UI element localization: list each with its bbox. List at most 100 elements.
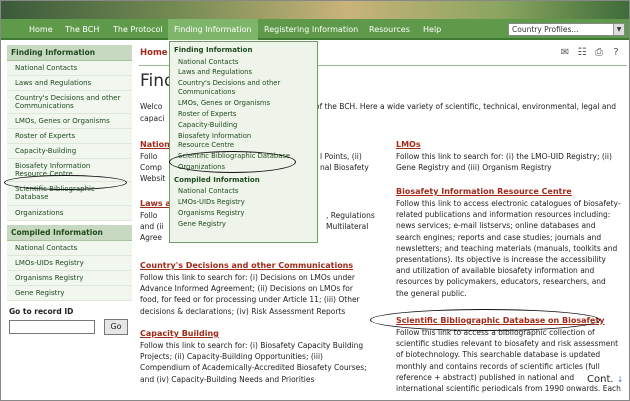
dropdown-item-organisms-registry[interactable]: Organisms Registry [170, 209, 317, 220]
dropdown-item-country-decisions-cont[interactable]: Communications [170, 88, 317, 98]
dropdown-item-capacity[interactable]: Capacity-Building [170, 120, 317, 131]
section-title-capacity-building[interactable]: Capacity Building [140, 329, 219, 338]
arrow-down-icon: ↓ [616, 375, 624, 384]
text-line: the general public. [396, 288, 467, 298]
text-line: presentations). Its objective is increas… [396, 255, 606, 265]
section-text-laws-end: , Regulations Multilateral [326, 210, 375, 232]
text-line: and (iv) Capacity-Building Needs and Pri… [140, 374, 315, 384]
text-line: of biotechnology. This searchable databa… [396, 350, 601, 360]
sidebar-item-lmo-uids-registry[interactable]: LMOs-UIDs Registry [7, 255, 132, 271]
text-line: Gene Registry and (iii) Organism Registr… [396, 163, 552, 173]
text-line: nal Biosafety [320, 163, 369, 173]
dropdown-item-lmo-uids[interactable]: LMOs-UIDs Registry [170, 198, 317, 209]
share-icon[interactable]: ☷ [576, 47, 588, 59]
browser-page: Home The BCH The Protocol Finding Inform… [0, 0, 630, 401]
section-title-laws[interactable]: Laws a [140, 199, 171, 208]
text-line: monthly and contains records of scientif… [396, 361, 600, 371]
help-icon[interactable]: ? [610, 47, 622, 59]
goto-record-label: Go to record ID [9, 306, 74, 316]
nav-the-bch[interactable]: The BCH [59, 19, 105, 40]
text-line: Follow this link to access electronic ca… [396, 199, 621, 208]
section-text-national-contacts: Follo Comp Websit [140, 151, 165, 185]
text-line: and (ii [140, 222, 164, 232]
text-line: related publications and information res… [396, 210, 611, 220]
text-line: Comp [140, 163, 162, 173]
dropdown-item-lmos[interactable]: LMOs, Genes or Organisms [170, 99, 317, 110]
section-text-laws: Follo and (ii Agree [140, 210, 164, 244]
finding-information-dropdown: Finding Information National Contacts La… [169, 41, 318, 243]
text-line: search engines; reports and case studies… [396, 232, 602, 242]
sidebar-item-capacity-building[interactable]: Capacity-Building [7, 144, 132, 160]
nav-resources[interactable]: Resources [363, 19, 416, 40]
continue-label: Cont. ↓ [587, 374, 623, 385]
nav-registering-information[interactable]: Registering Information [258, 19, 364, 40]
record-id-input[interactable] [9, 319, 95, 334]
section-text-country-decisions: Follow this link to search for: (i) Deci… [140, 272, 360, 317]
sidebar-item-roster-experts[interactable]: Roster of Experts [7, 129, 132, 145]
text-line: Multilateral [326, 222, 369, 232]
sidebar-heading-finding: Finding Information [7, 45, 132, 61]
sidebar-item-gene-registry[interactable]: Gene Registry [7, 285, 132, 301]
text-line: , Regulations [326, 211, 375, 220]
go-button[interactable]: Go [104, 318, 128, 335]
email-icon[interactable]: ✉ [559, 47, 571, 59]
dropdown-item-laws[interactable]: Laws and Regulations [170, 68, 317, 79]
dropdown-item-roster[interactable]: Roster of Experts [170, 110, 317, 121]
continue-text: Cont. [587, 374, 614, 385]
goto-record-row: Go [7, 318, 132, 337]
dropdown-item-national-contacts[interactable]: National Contacts [170, 57, 317, 68]
highlight-ellipse-main [370, 309, 600, 331]
section-title-birc[interactable]: Biosafety Information Resource Centre [396, 187, 572, 196]
text-line: Advance Informed Agreement; (ii) Decisio… [140, 284, 353, 294]
page-tools: ✉ ☷ ⎙ ? [559, 47, 625, 61]
breadcrumb-home[interactable]: Home [140, 48, 168, 58]
dropdown-item-gene-registry[interactable]: Gene Registry [170, 219, 317, 230]
sidebar-item-organisms-registry[interactable]: Organisms Registry [7, 270, 132, 286]
text-line: decisions & declarations; (iv) Risk Asse… [140, 306, 346, 316]
dropdown-heading-finding: Finding Information [174, 46, 253, 54]
welcome-text-end: of the BCH. Here a wide variety of scien… [315, 102, 616, 111]
country-profiles-select[interactable]: Country Profiles... ▼ [508, 23, 625, 36]
dropdown-item-birc-cont[interactable]: Resource Centre [170, 141, 317, 151]
text-line: Websit [140, 174, 166, 184]
text-line: Follo [140, 211, 158, 220]
welcome-text-line2: capaci [140, 113, 165, 123]
sidebar-item-lmos[interactable]: LMOs, Genes or Organisms [7, 114, 132, 130]
print-icon[interactable]: ⎙ [593, 47, 605, 59]
text-line: Follow this link to search for: (i) the … [396, 152, 612, 161]
sidebar-item-laws-regulations[interactable]: Laws and Regulations [7, 76, 132, 92]
section-title-national-contacts[interactable]: Nation [140, 140, 170, 149]
text-line: resources by policymakers, educators, re… [396, 277, 606, 287]
text-line: Compendium of Academically-Accredited Bi… [140, 363, 367, 373]
sidebar: Finding Information National Contacts La… [7, 45, 132, 337]
text-line: news services; e-mail listservs; online … [396, 221, 596, 231]
sidebar-heading-compiled: Compiled Information [7, 224, 132, 241]
chevron-down-icon: ▼ [613, 24, 624, 35]
sidebar-item-compiled-national-contacts[interactable]: National Contacts [7, 240, 132, 256]
section-title-lmos[interactable]: LMOs [396, 140, 421, 149]
country-profiles-value: Country Profiles... [512, 25, 579, 34]
text-line: Agree [140, 233, 163, 243]
text-line: Follow this link to search for: (i) Deci… [140, 273, 356, 282]
highlight-ellipse-sidebar [4, 175, 127, 190]
section-text-birc: Follow this link to access electronic ca… [396, 198, 621, 299]
nav-finding-information[interactable]: Finding Information [168, 19, 258, 40]
dropdown-heading-compiled: Compiled Information [174, 175, 260, 184]
top-navigation: Home The BCH The Protocol Finding Inform… [1, 19, 629, 40]
sidebar-item-national-contacts[interactable]: National Contacts [7, 61, 132, 77]
nav-help[interactable]: Help [417, 19, 447, 40]
nav-the-protocol[interactable]: The Protocol [107, 19, 169, 40]
section-title-country-decisions[interactable]: Country's Decisions and other Communicat… [140, 261, 353, 270]
text-line: food, for feed or for processing under A… [140, 295, 360, 305]
dropdown-item-compiled-national-contacts[interactable]: National Contacts [170, 187, 317, 198]
sidebar-item-organizations[interactable]: Organizations [7, 205, 132, 221]
sidebar-item-country-decisions[interactable]: Country's Decisions and other Communicat… [7, 91, 132, 115]
text-line: scientific studies relevant to biosafety… [396, 339, 619, 349]
header-banner [1, 1, 629, 19]
section-text-lmos: Follow this link to search for: (i) the … [396, 151, 612, 173]
nav-home[interactable]: Home [23, 19, 59, 40]
text-line: and utilization of available biosafety i… [396, 266, 595, 276]
text-line: Follow this link to search for: (i) Bios… [140, 341, 364, 350]
text-line: Projects; (ii) Capacity-Building Opportu… [140, 352, 323, 362]
text-line: newsletters; and teaching materials (man… [396, 243, 618, 253]
